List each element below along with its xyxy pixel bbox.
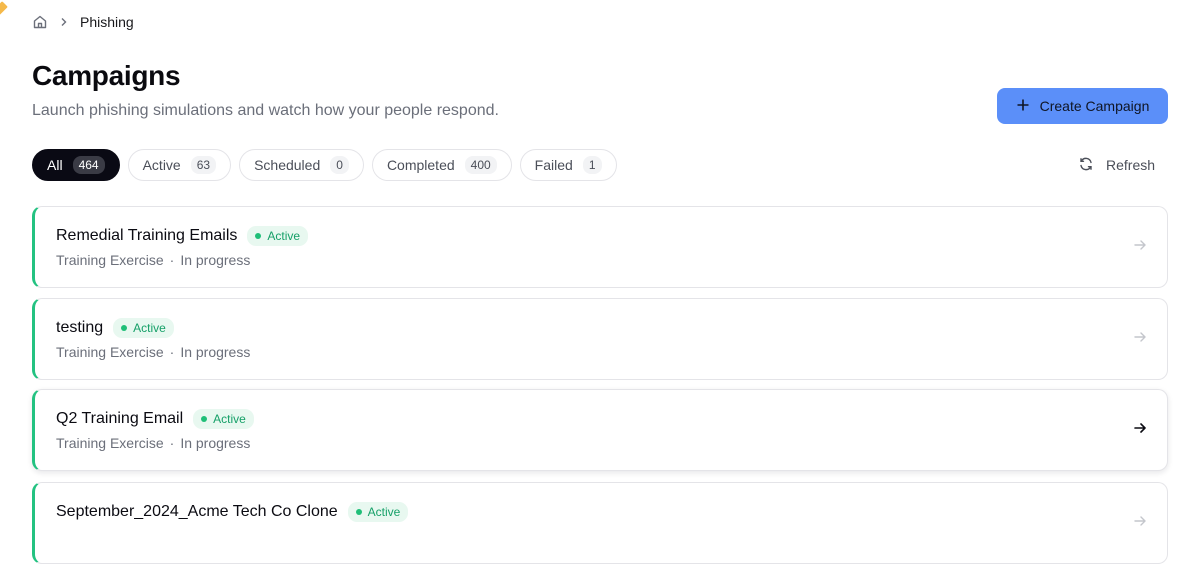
chevron-right-icon	[58, 16, 70, 28]
status-label: Active	[367, 505, 401, 519]
refresh-button[interactable]: Refresh	[1078, 155, 1155, 175]
create-campaign-label: Create Campaign	[1039, 98, 1150, 114]
status-badge: Active	[347, 502, 409, 522]
campaign-name: September_2024_Acme Tech Co Clone	[56, 503, 338, 520]
status-badge: Active	[193, 409, 254, 429]
campaign-card[interactable]: September_2024_Acme Tech Co Clone Active	[32, 482, 1168, 564]
campaign-card[interactable]: Q2 Training Email Active Training Exerci…	[32, 389, 1168, 471]
campaign-meta: Training Exercise · In progress	[56, 252, 251, 268]
filter-tab-failed[interactable]: Failed 1	[519, 149, 617, 181]
filter-tab-scheduled[interactable]: Scheduled 0	[239, 149, 364, 181]
filter-count: 0	[330, 156, 349, 174]
campaign-progress: In progress	[180, 252, 251, 268]
campaign-progress: In progress	[180, 435, 251, 451]
status-dot	[255, 233, 262, 239]
status-dot	[201, 416, 208, 422]
filter-tab-all[interactable]: All 464	[32, 149, 120, 181]
plus-icon	[1016, 98, 1030, 115]
filter-label: Active	[142, 157, 181, 173]
status-filter-tabs: All 464 Active 63 Scheduled 0 Completed …	[32, 149, 617, 181]
filter-label: All	[47, 157, 63, 173]
breadcrumb-current: Phishing	[80, 14, 134, 30]
campaign-type: Training Exercise	[56, 344, 164, 360]
campaign-card[interactable]: Remedial Training Emails Active Training…	[32, 206, 1168, 288]
campaign-name: testing	[56, 319, 104, 336]
arrow-right-icon	[1133, 238, 1147, 257]
status-dot	[355, 509, 362, 515]
campaign-progress: In progress	[180, 344, 251, 360]
corner-accent	[0, 1, 8, 17]
filter-label: Failed	[534, 157, 573, 173]
status-label: Active	[267, 229, 301, 243]
status-label: Active	[213, 412, 246, 426]
filter-count: 400	[464, 156, 497, 174]
campaign-name: Q2 Training Email	[56, 410, 184, 427]
page-subtitle: Launch phishing simulations and watch ho…	[32, 102, 499, 119]
status-dot	[121, 325, 128, 331]
breadcrumb: Phishing	[32, 12, 134, 32]
campaign-name: Remedial Training Emails	[56, 227, 238, 244]
filter-label: Scheduled	[254, 157, 321, 173]
filter-count: 464	[72, 156, 105, 174]
campaign-meta: Training Exercise · In progress	[56, 435, 251, 451]
arrow-right-icon	[1133, 330, 1147, 349]
arrow-right-icon	[1133, 421, 1147, 440]
campaign-type: Training Exercise	[56, 252, 164, 268]
arrow-right-icon	[1133, 514, 1147, 533]
create-campaign-button[interactable]: Create Campaign	[997, 88, 1168, 124]
refresh-icon	[1078, 156, 1094, 175]
refresh-label: Refresh	[1106, 157, 1156, 173]
page-title: Campaigns	[32, 60, 181, 91]
status-badge: Active	[247, 226, 309, 246]
campaign-type: Training Exercise	[56, 435, 164, 451]
filter-tab-completed[interactable]: Completed 400	[371, 149, 512, 181]
status-badge: Active	[113, 318, 174, 338]
filter-label: Completed	[386, 157, 455, 173]
campaign-card[interactable]: testing Active Training Exercise · In prog…	[32, 298, 1168, 380]
filter-count: 1	[582, 156, 602, 174]
campaign-meta: Training Exercise · In progress	[56, 344, 251, 360]
filter-count: 63	[190, 156, 217, 174]
status-label: Active	[133, 321, 166, 335]
home-icon[interactable]	[32, 14, 48, 30]
filter-tab-active[interactable]: Active 63	[127, 149, 232, 181]
